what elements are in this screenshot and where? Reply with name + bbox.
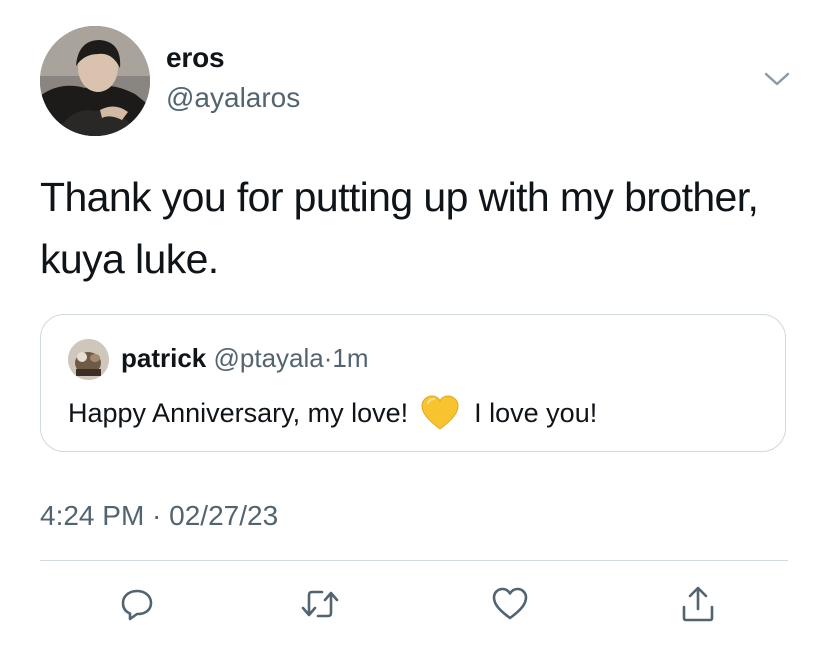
quoted-tweet[interactable]: patrick @ptayala·1m Happy Anniversary, m… bbox=[40, 314, 786, 452]
quoted-tweet-header: patrick @ptayala·1m bbox=[121, 343, 369, 374]
author-avatar[interactable] bbox=[40, 26, 150, 136]
tweet-card: eros @ayalaros Thank you for putting up … bbox=[0, 0, 828, 649]
chevron-down-icon[interactable] bbox=[760, 62, 794, 96]
quoted-author-avatar[interactable] bbox=[68, 339, 109, 380]
yellow-heart-emoji-icon bbox=[420, 395, 460, 431]
reply-button[interactable] bbox=[117, 584, 157, 624]
quoted-text-before: Happy Anniversary, my love! bbox=[68, 397, 409, 428]
quoted-tweet-text: Happy Anniversary, my love! I love you! bbox=[68, 395, 597, 431]
author-display-name[interactable]: eros bbox=[166, 42, 225, 74]
author-handle[interactable]: @ayalaros bbox=[166, 82, 300, 114]
quoted-avatar-photo bbox=[68, 339, 109, 380]
tweet-timestamp[interactable]: 4:24 PM · 02/27/23 bbox=[40, 500, 278, 532]
share-button[interactable] bbox=[678, 584, 718, 624]
quoted-time[interactable]: 1m bbox=[332, 343, 368, 373]
heart-icon bbox=[492, 587, 528, 620]
avatar-photo bbox=[40, 26, 150, 136]
quoted-author-name[interactable]: patrick bbox=[121, 343, 206, 373]
retweet-icon bbox=[301, 590, 339, 618]
like-button[interactable] bbox=[490, 584, 530, 624]
tweet-text: Thank you for putting up with my brother… bbox=[40, 174, 759, 282]
reply-icon bbox=[121, 589, 153, 621]
quoted-author-handle[interactable]: @ptayala bbox=[214, 343, 324, 373]
retweet-button[interactable] bbox=[300, 584, 340, 624]
share-icon bbox=[682, 586, 714, 622]
quoted-text-after: I love you! bbox=[474, 397, 598, 428]
divider bbox=[40, 560, 788, 561]
